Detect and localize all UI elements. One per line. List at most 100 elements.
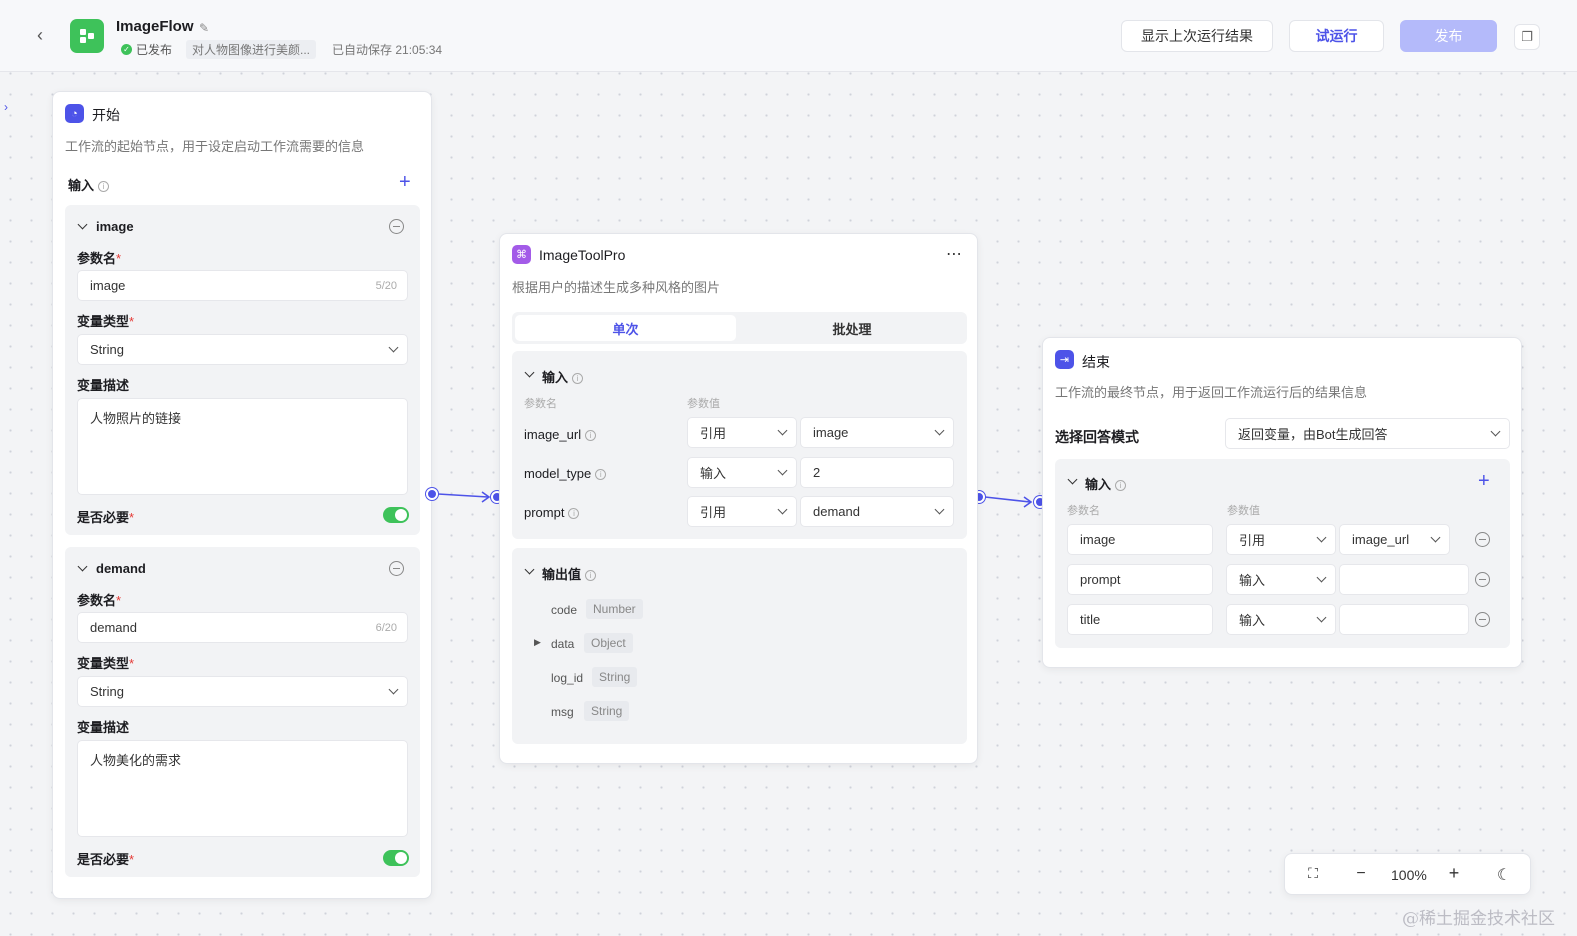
info-icon: i xyxy=(595,469,607,480)
end-input-panel: 输入 i + 参数名 参数值 image 引用 image_url prompt … xyxy=(1055,459,1510,648)
remove-row-icon[interactable] xyxy=(1475,532,1490,547)
required-label: 是否必要* xyxy=(77,849,134,868)
zoom-out-icon[interactable]: − xyxy=(1351,865,1371,883)
edge-start-to-tool xyxy=(437,493,489,498)
chevron-down-icon xyxy=(388,342,399,353)
output-type-tag: String xyxy=(592,667,638,687)
answer-mode-value: 返回变量，由Bot生成回答 xyxy=(1238,427,1388,442)
collapse-caret-icon[interactable] xyxy=(77,561,88,572)
fit-view-icon[interactable]: ⛶ xyxy=(1303,865,1323,882)
param-name-input[interactable]: demand 6/20 xyxy=(77,612,408,643)
expand-triangle-icon[interactable]: ▶ xyxy=(534,637,541,648)
zoom-in-icon[interactable]: + xyxy=(1444,863,1464,884)
output-name-input[interactable]: title xyxy=(1067,604,1213,635)
var-type-select[interactable]: String xyxy=(77,334,408,365)
var-desc-textarea[interactable]: 人物美化的需求 xyxy=(77,740,408,837)
test-run-button[interactable]: 试运行 xyxy=(1289,20,1384,52)
end-node-title: 结束 xyxy=(1082,354,1110,370)
chevron-down-icon xyxy=(934,504,945,515)
tool-node[interactable]: ⌘ ImageToolPro ⋯ 根据用户的描述生成多种风格的图片 单次 批处理… xyxy=(499,233,978,764)
remove-row-icon[interactable] xyxy=(1475,572,1490,587)
param-value-select[interactable]: image xyxy=(800,417,954,448)
param-panel-image: image 参数名* image 5/20 变量类型* String 变量描述 人… xyxy=(65,205,420,535)
col-header-name: 参数名 xyxy=(1067,505,1100,517)
collapse-caret-icon[interactable] xyxy=(1067,474,1078,485)
tool-output-label-text: 输出值 xyxy=(542,567,582,582)
param-mode-select[interactable]: 输入 xyxy=(687,457,797,488)
output-name-input[interactable]: image xyxy=(1067,524,1213,555)
output-name-input[interactable]: prompt xyxy=(1067,564,1213,595)
collapse-caret-icon[interactable] xyxy=(524,367,535,378)
output-type-tag: String xyxy=(584,701,630,721)
col-header-name: 参数名 xyxy=(524,398,557,410)
end-input-label: 输入 i xyxy=(1085,474,1127,493)
end-node-description: 工作流的最终节点，用于返回工作流运行后的结果信息 xyxy=(1055,385,1368,400)
zoom-level[interactable]: 100% xyxy=(1391,867,1427,883)
var-desc-textarea[interactable]: 人物照片的链接 xyxy=(77,398,408,495)
add-output-icon[interactable]: + xyxy=(1478,471,1490,491)
remove-row-icon[interactable] xyxy=(1475,612,1490,627)
start-node[interactable]: ◔ 开始 工作流的起始节点，用于设定启动工作流需要的信息 输入 i + image… xyxy=(52,91,432,899)
app-logo-icon xyxy=(70,19,104,53)
more-options-icon[interactable]: ⋯ xyxy=(946,244,962,264)
param-mode-value: 输入 xyxy=(700,466,727,481)
param-mode-select[interactable]: 引用 xyxy=(687,496,797,527)
start-output-port[interactable] xyxy=(426,488,438,500)
param-row-name: prompt i xyxy=(524,505,580,520)
output-value-input[interactable] xyxy=(1339,564,1469,595)
copy-icon[interactable]: ❐ xyxy=(1514,24,1540,50)
output-value-input[interactable] xyxy=(1339,604,1469,635)
output-mode-value: 引用 xyxy=(1239,533,1266,548)
param-name-text: prompt xyxy=(524,505,565,520)
var-desc-value: 人物照片的链接 xyxy=(90,411,182,426)
tab-batch[interactable]: 批处理 xyxy=(740,315,964,341)
info-icon: i xyxy=(98,181,110,192)
output-mode-select[interactable]: 输入 xyxy=(1226,604,1336,635)
param-section-title: demand xyxy=(96,561,146,576)
param-name-input[interactable]: image 5/20 xyxy=(77,270,408,301)
required-toggle[interactable] xyxy=(383,507,409,523)
var-type-label-text: 变量类型 xyxy=(77,314,130,329)
output-mode-select[interactable]: 输入 xyxy=(1226,564,1336,595)
chevron-down-icon xyxy=(388,684,399,695)
param-value-input[interactable]: 2 xyxy=(800,457,954,488)
start-node-description: 工作流的起始节点，用于设定启动工作流需要的信息 xyxy=(65,139,365,154)
output-mode-select[interactable]: 引用 xyxy=(1226,524,1336,555)
collapse-caret-icon[interactable] xyxy=(77,219,88,230)
add-input-icon[interactable]: + xyxy=(399,172,411,192)
tool-input-panel: 输入 i 参数名 参数值 image_url i 引用 image model_ty… xyxy=(512,351,967,539)
var-desc-label: 变量描述 xyxy=(77,720,130,735)
output-type-tag: Number xyxy=(586,599,643,619)
output-key: data xyxy=(551,637,575,651)
end-node[interactable]: ⇥ 结束 工作流的最终节点，用于返回工作流运行后的结果信息 选择回答模式 返回变… xyxy=(1042,337,1522,668)
param-name-value: demand xyxy=(90,620,137,635)
remove-param-icon[interactable] xyxy=(389,219,404,234)
var-type-select[interactable]: String xyxy=(77,676,408,707)
dark-mode-icon[interactable]: ☾ xyxy=(1494,865,1514,885)
output-name-value: prompt xyxy=(1080,572,1121,587)
param-mode-select[interactable]: 引用 xyxy=(687,417,797,448)
back-arrow-icon[interactable]: ‹ xyxy=(30,24,50,46)
tool-input-label-text: 输入 xyxy=(542,370,569,385)
start-node-title: 开始 xyxy=(92,107,120,123)
edge-start-arrowhead xyxy=(481,491,491,503)
expand-sidebar-icon[interactable]: › xyxy=(4,100,8,114)
publish-button[interactable]: 发布 xyxy=(1400,20,1497,52)
param-panel-demand: demand 参数名* demand 6/20 变量类型* String 变量描述… xyxy=(65,547,420,877)
show-last-result-button[interactable]: 显示上次运行结果 xyxy=(1121,20,1273,52)
output-value-select[interactable]: image_url xyxy=(1339,524,1450,555)
remove-param-icon[interactable] xyxy=(389,561,404,576)
output-key: msg xyxy=(551,705,574,719)
output-name-value: image xyxy=(1080,532,1116,547)
required-mark: * xyxy=(116,593,122,608)
required-toggle[interactable] xyxy=(383,850,409,866)
required-label: 是否必要* xyxy=(77,507,134,526)
col-header-value: 参数值 xyxy=(687,398,720,410)
app-description: 对人物图像进行美颜... xyxy=(186,40,317,59)
tab-single[interactable]: 单次 xyxy=(515,315,736,341)
param-value-select[interactable]: demand xyxy=(800,496,954,527)
info-icon: i xyxy=(1115,480,1127,491)
collapse-caret-icon[interactable] xyxy=(524,564,535,575)
answer-mode-select[interactable]: 返回变量，由Bot生成回答 xyxy=(1225,418,1510,449)
edit-icon[interactable]: ✎ xyxy=(199,21,209,35)
